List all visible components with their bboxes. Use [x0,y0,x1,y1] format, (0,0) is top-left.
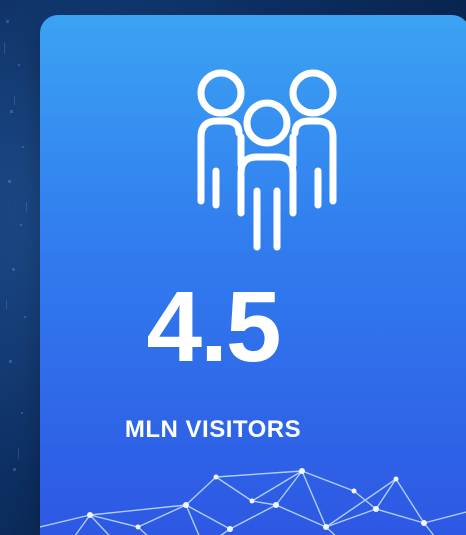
visitors-stat-card: 4.5 MLN VISITORS [40,15,466,535]
network-lines-icon [40,468,466,535]
people-group-icon [197,69,337,251]
visitor-count: 4.5 [146,271,281,383]
